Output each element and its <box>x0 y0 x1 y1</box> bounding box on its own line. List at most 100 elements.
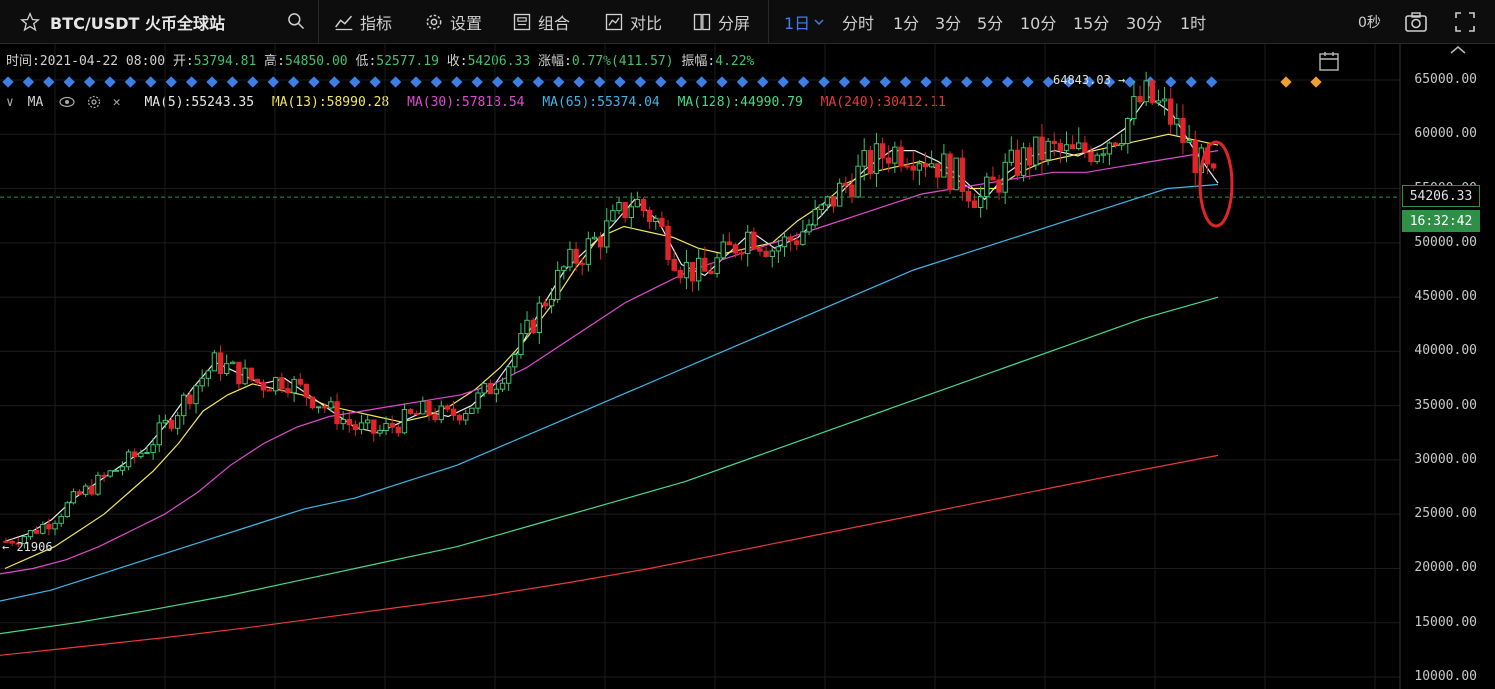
candle-body <box>1210 163 1217 169</box>
divider <box>768 0 769 44</box>
y-tick-label: 25000.00 <box>1414 506 1477 522</box>
candle-body <box>174 415 181 429</box>
candle-body <box>904 165 910 168</box>
price-chart[interactable]: 64843.03 → ← 21906 <box>0 44 1495 689</box>
candle-body <box>187 394 193 405</box>
candle-body <box>1063 144 1070 151</box>
candle-body <box>1125 118 1131 145</box>
camera-icon[interactable] <box>1404 11 1428 33</box>
candle-body <box>990 176 996 181</box>
y-tick-label: 15000.00 <box>1414 614 1477 630</box>
interval-10m[interactable]: 10分 <box>1020 0 1056 44</box>
event-marker-diamond <box>879 76 891 88</box>
candle-body <box>1149 80 1156 104</box>
candle-body <box>444 405 451 410</box>
candle-body <box>456 414 463 421</box>
interval-1m[interactable]: 1分 <box>893 0 919 44</box>
interval-15m[interactable]: 15分 <box>1073 0 1109 44</box>
candle-body <box>395 426 402 434</box>
event-marker-diamond <box>961 76 973 88</box>
settings-button[interactable]: 设置 <box>424 0 482 44</box>
interval-1d[interactable]: 1日 <box>784 0 824 44</box>
candle-body <box>236 361 242 385</box>
candle-body <box>867 150 874 174</box>
candle-body <box>1143 80 1149 103</box>
candle-body <box>119 466 126 471</box>
interval-timeline[interactable]: 分时 <box>842 0 874 44</box>
candle-body <box>610 210 616 222</box>
fullscreen-icon[interactable] <box>1454 11 1476 33</box>
candle-body <box>205 370 211 379</box>
search-icon[interactable] <box>286 11 306 31</box>
split-screen-button[interactable]: 分屏 <box>692 0 750 44</box>
candle-body <box>315 406 322 409</box>
indicators-button[interactable]: 指标 <box>334 0 392 44</box>
candle-body <box>971 200 978 208</box>
candle-body <box>573 248 579 264</box>
candle-body <box>855 165 861 198</box>
candle-body <box>689 261 696 282</box>
interval-30m[interactable]: 30分 <box>1126 0 1162 44</box>
candle-body <box>561 266 567 271</box>
event-marker-diamond <box>899 76 912 88</box>
candle-body <box>432 414 438 421</box>
event-marker-diamond <box>716 76 728 88</box>
y-tick-label: 30000.00 <box>1414 451 1477 467</box>
candle-body <box>996 179 1002 193</box>
candle-body <box>824 196 831 206</box>
candle-body <box>843 182 849 186</box>
interval-3m[interactable]: 3分 <box>935 0 961 44</box>
candle-body <box>414 412 420 415</box>
interval-5m[interactable]: 5分 <box>977 0 1003 44</box>
candle-body <box>193 385 199 405</box>
event-marker-diamond <box>287 76 300 88</box>
candle-body <box>628 206 634 219</box>
candle-body <box>27 530 34 538</box>
low-marker-label: ← 21906 <box>2 540 53 554</box>
candle-body <box>138 452 144 458</box>
candle-body <box>659 217 665 227</box>
event-marker-diamond <box>185 76 198 88</box>
price-axis[interactable]: 65000.0060000.0055000.0050000.0045000.00… <box>1400 44 1495 689</box>
compare-icon <box>605 13 623 31</box>
event-marker-diamond <box>1205 76 1218 88</box>
candle-body <box>751 231 757 250</box>
interval-1h[interactable]: 1时 <box>1180 0 1206 44</box>
countdown-label: 0秒 <box>1358 0 1381 44</box>
star-icon[interactable] <box>20 12 40 32</box>
high-marker-label: 64843.03 → <box>1053 73 1125 87</box>
candle-body <box>695 257 702 282</box>
event-marker-diamond <box>471 76 483 88</box>
candle-body <box>1112 142 1119 146</box>
y-tick-label: 10000.00 <box>1414 669 1477 684</box>
symbol-area[interactable]: BTC/USDT 火币全球站 <box>20 0 225 44</box>
compare-label: 对比 <box>630 14 663 33</box>
compare-button[interactable]: 对比 <box>604 0 662 44</box>
candle-body <box>683 261 690 279</box>
y-tick-label: 40000.00 <box>1414 343 1477 359</box>
candle-body <box>1155 100 1162 104</box>
candle-body <box>1033 136 1039 166</box>
candle-body <box>505 366 512 384</box>
event-marker-diamond <box>308 76 320 88</box>
candle-body <box>1106 142 1113 155</box>
candle-body <box>273 377 279 392</box>
event-marker-diamond <box>145 76 157 88</box>
candle-body <box>745 231 751 255</box>
candle-body <box>849 184 855 198</box>
candle-body <box>322 406 328 409</box>
candle-body <box>46 524 52 530</box>
candle-body <box>714 257 720 275</box>
interval-label: 15分 <box>1073 14 1110 33</box>
candle-body <box>260 381 267 391</box>
y-tick-label: 20000.00 <box>1414 560 1477 576</box>
candle-body <box>1076 142 1082 150</box>
candle-body <box>150 444 156 453</box>
combo-button[interactable]: 组合 <box>512 0 570 44</box>
event-marker-diamond <box>410 76 422 88</box>
candle-body <box>1180 117 1186 143</box>
candle-body <box>162 419 169 424</box>
candle-body <box>340 419 346 425</box>
candle-body <box>653 217 659 222</box>
candle-body <box>836 182 843 207</box>
